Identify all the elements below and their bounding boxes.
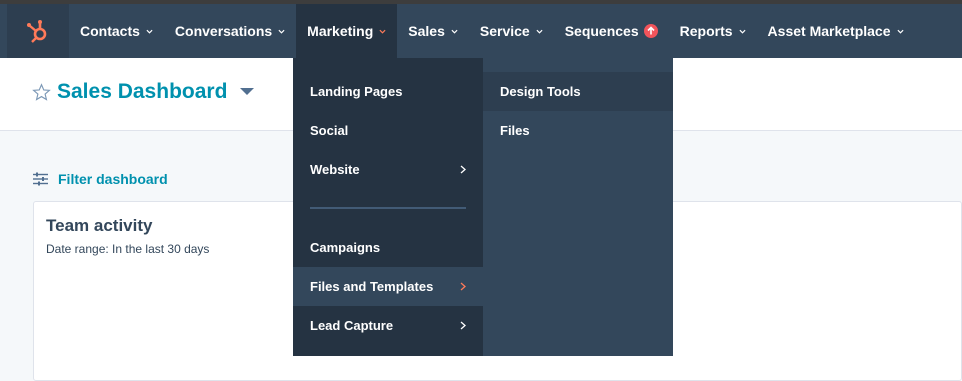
menu-item-social[interactable]: Social [293, 111, 483, 150]
caret-down-icon[interactable] [239, 87, 255, 97]
nav-asset-marketplace-label: Asset Marketplace [767, 23, 891, 39]
chevron-down-icon [146, 29, 153, 34]
chevron-down-icon [536, 29, 543, 34]
menu-item-label: Files and Templates [310, 279, 434, 294]
chevron-down-icon [451, 29, 458, 34]
top-navigation-bar: Contacts Conversations Marketing Sales S… [0, 4, 962, 58]
chevron-down-icon [739, 29, 746, 34]
menu-item-label: Landing Pages [310, 84, 403, 99]
nav-service-label: Service [479, 23, 530, 39]
filter-dashboard-button[interactable]: Filter dashboard [33, 171, 168, 187]
hubspot-sprocket-icon [27, 20, 47, 43]
menu-divider [310, 207, 466, 209]
nav-reports[interactable]: Reports [669, 4, 757, 58]
menu-item-landing-pages[interactable]: Landing Pages [293, 72, 483, 111]
nav-contacts-label: Contacts [80, 23, 140, 39]
filter-sliders-icon [33, 172, 48, 186]
submenu-item-label: Files [500, 123, 530, 138]
nav-reports-label: Reports [679, 23, 733, 39]
menu-item-label: Campaigns [310, 240, 381, 255]
nav-sales-label: Sales [408, 23, 445, 39]
card-title: Team activity [46, 216, 153, 235]
nav-conversations-label: Conversations [174, 23, 273, 39]
nav-sequences-label: Sequences [564, 23, 639, 39]
nav-marketing-label: Marketing [307, 23, 374, 39]
nav-sales[interactable]: Sales [397, 4, 469, 58]
chevron-right-icon [460, 165, 466, 174]
chevron-right-icon [460, 321, 466, 330]
submenu-item-label: Design Tools [500, 84, 581, 99]
submenu-item-design-tools[interactable]: Design Tools [483, 72, 673, 111]
nav-marketing[interactable]: Marketing [296, 4, 398, 58]
nav-asset-marketplace[interactable]: Asset Marketplace [757, 4, 915, 58]
menu-item-label: Social [310, 123, 349, 138]
menu-item-campaigns[interactable]: Campaigns [293, 228, 483, 267]
chevron-down-icon [278, 29, 285, 34]
menu-item-lead-capture[interactable]: Lead Capture [293, 306, 483, 345]
star-icon[interactable] [32, 82, 51, 102]
nav-contacts[interactable]: Contacts [69, 4, 164, 58]
chevron-down-icon [379, 29, 386, 34]
dashboard-title-row: Sales Dashboard [32, 80, 255, 104]
menu-item-website[interactable]: Website [293, 150, 483, 189]
nav-sequences[interactable]: Sequences [554, 4, 669, 58]
menu-item-files-and-templates[interactable]: Files and Templates [293, 267, 483, 306]
chevron-right-icon [460, 282, 466, 291]
menu-item-label: Website [310, 162, 360, 177]
hubspot-logo[interactable] [7, 4, 69, 58]
files-and-templates-submenu: Design Tools Files [483, 58, 673, 356]
marketing-dropdown-menu: Landing Pages Social Website Campaigns F… [293, 58, 483, 356]
upgrade-arrow-icon [643, 24, 658, 38]
filter-dashboard-label: Filter dashboard [58, 171, 168, 187]
card-date-range: Date range: In the last 30 days [46, 242, 210, 256]
nav-conversations[interactable]: Conversations [164, 4, 296, 58]
chevron-down-icon [896, 29, 904, 34]
submenu-item-files[interactable]: Files [483, 111, 673, 150]
page-title[interactable]: Sales Dashboard [57, 80, 227, 104]
menu-item-label: Lead Capture [310, 318, 394, 333]
nav-service[interactable]: Service [469, 4, 554, 58]
